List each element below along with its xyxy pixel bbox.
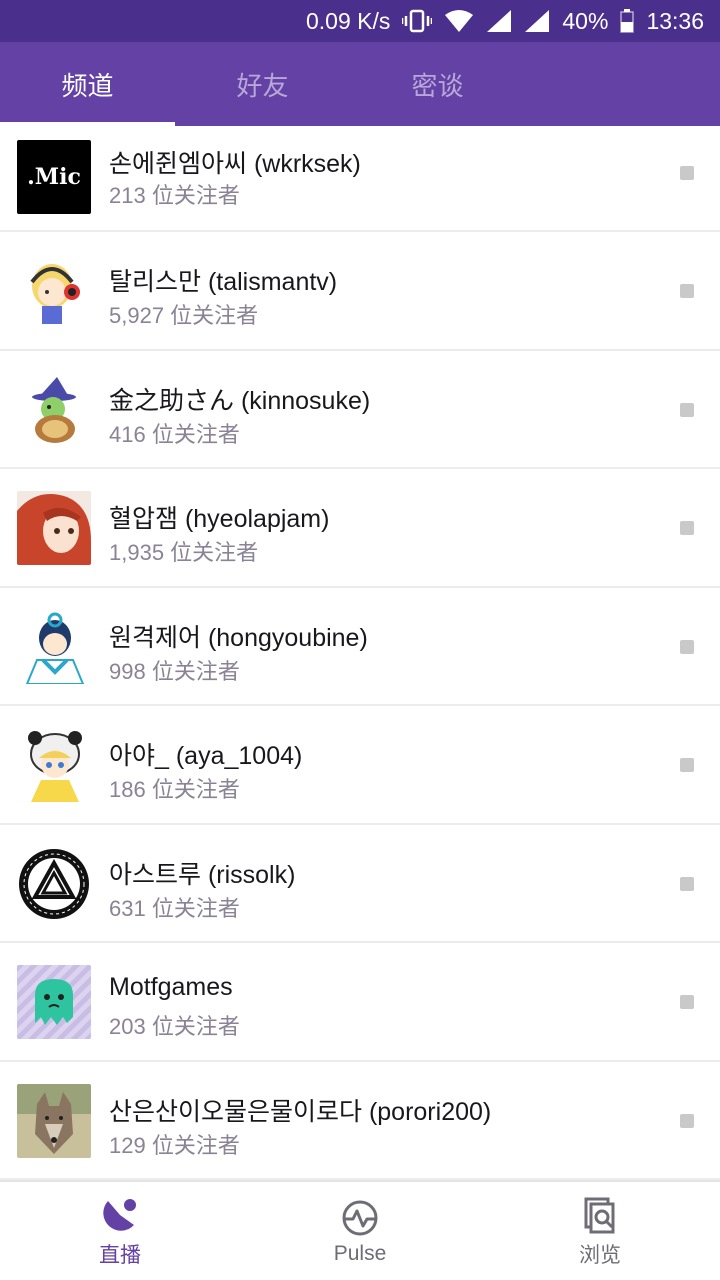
- sailor-boy-avatar-icon: [17, 609, 91, 684]
- status-dot: [680, 758, 694, 772]
- rune-circle-avatar-icon: [17, 846, 91, 921]
- status-dot: [680, 876, 694, 891]
- tab-label: 密谈: [411, 70, 464, 101]
- nav-browse[interactable]: 浏览: [480, 1182, 720, 1280]
- signal-icon-1: [486, 9, 512, 33]
- nav-label: 浏览: [579, 1244, 621, 1267]
- wifi-icon: [444, 9, 474, 33]
- channel-name: 산은산이오물은물이로다 (porori200): [109, 1097, 492, 1126]
- status-dot: [680, 284, 694, 298]
- follower-count: 631 位关注者: [109, 895, 240, 921]
- nav-label: 直播: [99, 1244, 141, 1267]
- red-hair-girl-avatar-icon: [17, 491, 91, 565]
- bottom-nav: 直播 Pulse 浏览: [0, 1180, 720, 1280]
- nav-pulse[interactable]: Pulse: [240, 1182, 480, 1280]
- status-dot: [680, 521, 694, 535]
- battery-percent: 40%: [562, 7, 609, 34]
- mic-logo-icon: .Mic: [17, 140, 91, 214]
- channel-list[interactable]: .Mic 손에쥔엠아씨 (wkrksek) 213 位关注者 탈리스만 (tal…: [0, 126, 720, 1180]
- status-dot: [680, 402, 694, 417]
- channel-name: 金之助さん (kinnosuke): [109, 386, 371, 415]
- blonde-headphones-avatar-icon: [17, 254, 91, 328]
- list-item[interactable]: 아야_ (aya_1004) 186 位关注者: [0, 706, 720, 825]
- wolf-photo-avatar-icon: [17, 1083, 91, 1158]
- follower-count: 1,935 位关注者: [109, 540, 259, 565]
- list-item[interactable]: 탈리스만 (talismantv) 5,927 位关注者: [0, 232, 720, 351]
- channel-name: 손에쥔엠아씨 (wkrksek): [109, 150, 361, 178]
- status-dot: [680, 1113, 694, 1128]
- follower-count: 5,927 位关注者: [109, 303, 259, 328]
- list-item[interactable]: 원격제어 (hongyoubine) 998 位关注者: [0, 588, 720, 706]
- list-item[interactable]: 혈압잼 (hyeolapjam) 1,935 位关注者: [0, 469, 720, 588]
- channel-name: Motfgames: [109, 973, 233, 1001]
- status-bar: 0.09 K/s 40% 13:36: [0, 0, 720, 42]
- tab-label: 频道: [61, 70, 114, 101]
- channel-name: 탈리스만 (talismantv): [109, 268, 338, 296]
- panda-hood-girl-avatar-icon: [17, 728, 91, 802]
- battery-icon: [620, 9, 635, 33]
- channel-name: 원격제어 (hongyoubine): [109, 623, 368, 652]
- list-item[interactable]: 아스트루 (rissolk) 631 位关注者: [0, 825, 720, 943]
- follower-count: 186 位关注者: [109, 777, 240, 802]
- channel-name: 혈압잼 (hyeolapjam): [109, 505, 330, 533]
- follower-count: 129 位关注者: [109, 1132, 240, 1158]
- follower-count: 203 位关注者: [109, 1014, 240, 1039]
- list-item[interactable]: 金之助さん (kinnosuke) 416 位关注者: [0, 351, 720, 469]
- avatar-logo-text: .Mic: [27, 164, 81, 190]
- network-speed: 0.09 K/s: [306, 7, 391, 34]
- tab-label: 好友: [236, 70, 289, 101]
- follower-count: 213 位关注者: [109, 183, 240, 208]
- nav-live[interactable]: 直播: [0, 1182, 240, 1280]
- tab-friends[interactable]: 好友: [175, 42, 350, 126]
- tab-channels[interactable]: 频道: [0, 42, 175, 126]
- nav-label: Pulse: [333, 1242, 387, 1265]
- turtle-wizard-avatar-icon: [17, 372, 91, 447]
- status-dot: [680, 995, 694, 1009]
- list-item[interactable]: .Mic 손에쥔엠아씨 (wkrksek) 213 位关注者: [0, 126, 720, 232]
- live-icon: [100, 1195, 140, 1235]
- channel-name: 아야_ (aya_1004): [109, 742, 303, 770]
- signal-icon-2: [524, 9, 550, 33]
- browse-icon: [580, 1195, 620, 1235]
- top-tab-bar: 频道 好友 密谈: [0, 42, 720, 126]
- status-dot: [680, 639, 694, 654]
- status-dot: [680, 166, 694, 180]
- list-item[interactable]: Motfgames 203 位关注者: [0, 943, 720, 1062]
- clock: 13:36: [646, 7, 704, 34]
- tab-whispers[interactable]: 密谈: [350, 42, 525, 126]
- green-slime-avatar-icon: [17, 965, 91, 1039]
- follower-count: 998 位关注者: [109, 658, 240, 684]
- follower-count: 416 位关注者: [109, 421, 240, 447]
- pulse-icon: [340, 1198, 380, 1238]
- channel-name: 아스트루 (rissolk): [109, 860, 296, 889]
- list-item[interactable]: 산은산이오물은물이로다 (porori200) 129 位关注者: [0, 1062, 720, 1180]
- vibrate-icon: [402, 9, 433, 33]
